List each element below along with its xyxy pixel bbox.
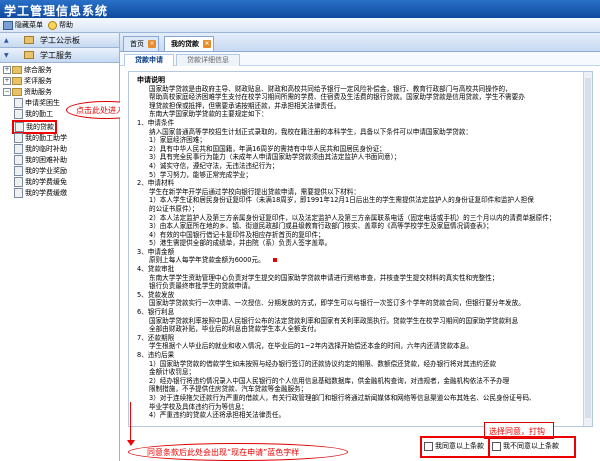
tree-item-my-loan[interactable]: 我的贷款 — [12, 120, 57, 134]
tree-item-fee-defer[interactable]: 我的学费缓缴 — [14, 188, 67, 198]
terms-paragraph: 纳入国家普通高等学校招生计划正式录取的，我校在籍注册的本科学生，具备以下条件可以… — [149, 127, 473, 136]
terms-paragraph: 1）本人学生证和居民身份证复印件（未满18周岁，即1991年12月1日后出生的学… — [149, 196, 534, 205]
folder-icon — [24, 51, 34, 59]
agree-checkbox[interactable] — [424, 441, 433, 451]
terms-section-heading: 1、申请条件 — [137, 118, 175, 127]
document-icon — [14, 133, 23, 143]
help-button[interactable]: 帮助 — [48, 20, 73, 30]
disagree-checkbox-row[interactable]: 我不同意以上条款 — [492, 440, 559, 452]
terms-paragraph: 学生根据个人毕业后的就业和收入情况，在毕业后的1~2年内选择开始偿还本金的时间，… — [149, 342, 473, 351]
collapse-icon[interactable]: − — [3, 88, 11, 96]
terms-paragraph: 国家助学贷款是由政府主导、财政贴息、财政和高校共同给予银行一定风险补偿金，银行、… — [149, 84, 512, 93]
terms-paragraph: 1）家庭经济困难； — [149, 136, 206, 145]
document-icon — [14, 177, 23, 187]
expand-icon[interactable]: + — [3, 66, 11, 74]
sub-tab-bar: 贷款申请 贷款详细信息 — [120, 52, 600, 66]
annotation-arrow — [130, 402, 131, 444]
agree-checkbox-row[interactable]: 我同意以上条款 — [424, 440, 484, 452]
document-icon — [14, 98, 23, 108]
document-icon — [14, 109, 23, 119]
app-title: 学工管理信息系统 — [4, 4, 109, 18]
terms-paragraph: 国家助学贷款利率按照中国人民银行公布的法定贷款利率和国家有关利率政策执行。贷款学… — [149, 316, 519, 325]
terms-heading: 申请说明 — [137, 76, 165, 84]
highlight-marker — [272, 258, 277, 263]
document-icon — [14, 155, 23, 165]
terms-paragraph: 帮助高校家庭经济困难学生支付在校学习期间所需的学费、住宿费及生活费的银行贷款。国… — [149, 93, 525, 102]
terms-paragraph: 2）本人法定监护人及第三方亲属身份证复印件，以及法定监护人及第三方亲属联系电话（… — [149, 213, 556, 222]
sidebar-section-notice[interactable]: ▲ 学工公示板 — [0, 33, 119, 48]
sidebar: ▲ 学工公示板 ▼ 学工服务 + 综合服务 + 奖评服务 − 资助服务 申请奖困生 我… — [0, 33, 120, 461]
terms-paragraph: 东南大学学生资助管理中心负责对学生提交的国家助学贷款申请进行资格审查，并核查学生… — [149, 273, 499, 282]
expand-icon[interactable]: + — [3, 77, 11, 85]
terms-section-heading: 4、贷款审批 — [137, 265, 175, 274]
disagree-checkbox[interactable] — [492, 441, 501, 451]
terms-paragraph: 的公证书原件）； — [149, 204, 199, 213]
terms-section-heading: 2、申请材料 — [137, 179, 175, 188]
tab-home[interactable]: 首页 × — [123, 36, 159, 51]
terms-paragraph: 3）具有完全民事行为能力（未成年人申请国家助学贷款须由其法定监护人书面同意）； — [149, 153, 401, 162]
terms-paragraph: 3）由本人家庭所在地的乡、镇、街道民政部门或县级教育行政部门核实、盖章的《高等学… — [149, 222, 493, 231]
terms-paragraph: 5）学习努力，能够正常完成学业； — [149, 170, 253, 179]
terms-paragraph: 5）港生需提供全部的成绩单，并由院（系）负责人签字盖章。 — [149, 239, 332, 248]
close-icon[interactable]: × — [203, 40, 211, 48]
terms-paragraph: 4）诚实守信，遵纪守法，无违法违纪行为； — [149, 161, 279, 170]
terms-paragraph: 4）有效的中国银行借记卡复印件及相应存折首页的复印件； — [149, 230, 325, 239]
sidebar-section-label: 学工服务 — [40, 51, 72, 60]
tree-node-general[interactable]: + 综合服务 — [3, 65, 52, 75]
terms-paragraph: 限制措施，不予提供住房贷款、汽车贷款等金融服务； — [149, 385, 308, 394]
scrollbar-thumb[interactable] — [585, 78, 591, 418]
terms-section-heading: 6、银行利息 — [137, 308, 175, 317]
subtab-loan-apply[interactable]: 贷款申请 — [124, 54, 174, 66]
terms-paragraph: 原则上每人每学年贷款金额为6000元。 — [137, 256, 577, 265]
tree-item-apply-poor[interactable]: 申请奖困生 — [14, 98, 60, 108]
document-icon — [14, 166, 23, 176]
folder-icon — [12, 88, 22, 96]
tree-item-work[interactable]: 我的勤工 — [14, 109, 53, 119]
terms-text: 申请说明 国家助学贷款是由政府主导、财政贴息、财政和高校共同给予银行一定风险补偿… — [137, 76, 577, 420]
tree-item-hardship-aid[interactable]: 我的困难补助 — [14, 155, 67, 165]
terms-paragraph: 3）对于连续拖欠还款行为严重的借款人，有关行政管理部门和银行将通过新闻媒体和网络… — [149, 393, 536, 402]
document-icon — [14, 188, 23, 198]
tree-node-aid[interactable]: − 资助服务 — [3, 87, 52, 97]
terms-paragraph: 1）国家助学贷款的借款学生如未按照与经办银行签订的还款协议约定的期限、数额偿还贷… — [149, 359, 497, 368]
document-icon — [14, 144, 23, 154]
terms-section-heading: 8、违约后果 — [137, 351, 175, 359]
annotation-arrowhead — [127, 440, 135, 446]
terms-paragraph: 国家助学贷款实行一次申请、一次授信、分期发放的方式，即学生可以与银行一次签订多个… — [149, 299, 525, 308]
sidebar-section-label: 学工公示板 — [40, 36, 80, 45]
tree-item-work-study[interactable]: 我的勤工助学 — [14, 133, 67, 143]
folder-icon — [12, 66, 22, 74]
tab-bar: 首页 × 我的贷款 × — [120, 33, 600, 52]
document-icon — [15, 122, 24, 132]
sidebar-section-services[interactable]: ▼ 学工服务 — [0, 48, 119, 63]
close-icon[interactable]: × — [148, 40, 156, 48]
help-icon — [48, 20, 57, 30]
terms-paragraph: 银行负责最终审批学生的贷款申请。 — [149, 282, 255, 291]
terms-paragraph: 全部由财政补贴，毕业后的利息由贷款学生本人全额支付。 — [149, 325, 321, 334]
folder-icon — [12, 77, 22, 85]
terms-document[interactable]: 申请说明 国家助学贷款是由政府主导、财政贴息、财政和高校共同给予银行一定风险补偿… — [128, 71, 593, 427]
terms-paragraph: 毕业学校及具体违约行为等信息； — [149, 402, 248, 411]
menu-icon — [3, 20, 13, 30]
tree-node-awards[interactable]: + 奖评服务 — [3, 76, 52, 86]
tab-my-loan[interactable]: 我的贷款 × — [164, 36, 214, 51]
tree-item-fee-waiver[interactable]: 我的学费缓免 — [14, 177, 67, 187]
title-bar: 学工管理信息系统 — [0, 0, 600, 18]
tree-item-temp-aid[interactable]: 我的临时补助 — [14, 144, 67, 154]
folder-icon — [24, 36, 34, 44]
tree-item-study-award[interactable]: 我的学业奖励 — [14, 166, 67, 176]
scrollbar[interactable] — [583, 72, 592, 426]
toolbar: 隐藏菜单 帮助 — [0, 18, 600, 33]
annotation-apply-note: 同意条款后此处会出现“现在申请”蓝色字样 — [128, 443, 348, 461]
terms-paragraph: 东南大学国家助学贷款的主要规定如下： — [149, 110, 268, 119]
chevron-icon: ▲ — [4, 37, 9, 44]
terms-paragraph: 4）严重违约的贷款人还将承担相关法律责任。 — [149, 411, 286, 420]
terms-paragraph: 金额计收罚息； — [149, 368, 196, 377]
subtab-loan-details[interactable]: 贷款详细信息 — [176, 54, 240, 66]
main-panel: 首页 × 我的贷款 × 贷款申请 贷款详细信息 申请说明 国家助学贷款是由政府主… — [120, 33, 600, 461]
chevron-icon: ▼ — [4, 52, 9, 59]
hide-menu-button[interactable]: 隐藏菜单 — [3, 20, 43, 30]
